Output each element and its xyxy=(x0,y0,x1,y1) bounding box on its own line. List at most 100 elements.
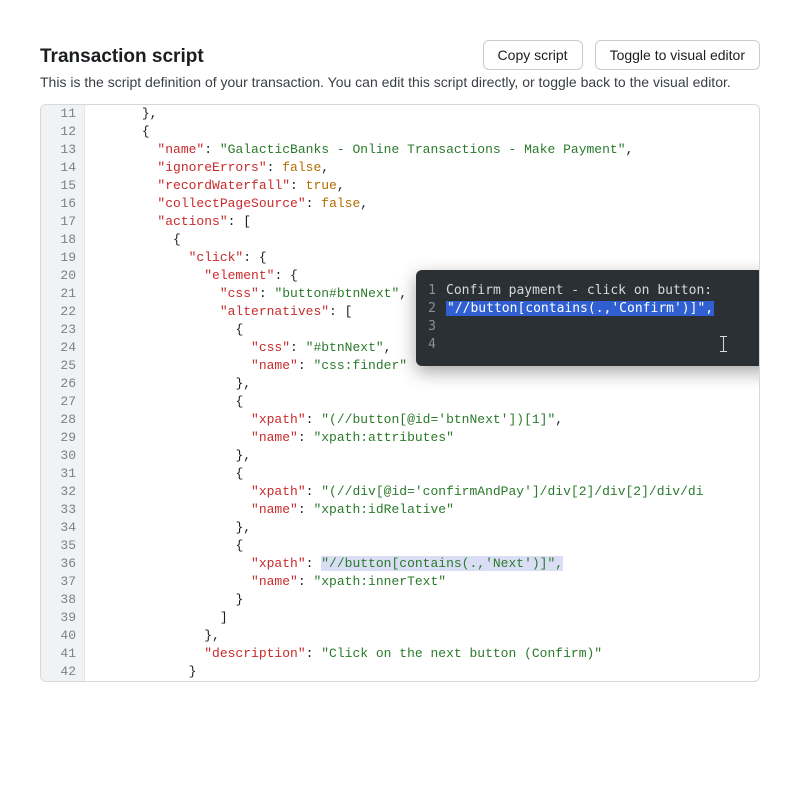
code-editor[interactable]: 11 },12 {13 "name": "GalacticBanks - Onl… xyxy=(40,104,760,682)
line-number: 19 xyxy=(41,249,85,267)
line-number: 26 xyxy=(41,375,85,393)
code-content[interactable]: "name": "GalacticBanks - Online Transact… xyxy=(85,141,759,159)
code-content[interactable]: }, xyxy=(85,627,759,645)
code-content[interactable]: } xyxy=(85,663,759,681)
text-caret-icon xyxy=(723,336,724,352)
line-number: 16 xyxy=(41,195,85,213)
code-content[interactable]: { xyxy=(85,537,759,555)
popup-line-number: 1 xyxy=(416,282,446,300)
code-line[interactable]: 29 "name": "xpath:attributes" xyxy=(41,429,759,447)
code-line[interactable]: 31 { xyxy=(41,465,759,483)
code-line[interactable]: 41 "description": "Click on the next but… xyxy=(41,645,759,663)
code-line[interactable]: 15 "recordWaterfall": true, xyxy=(41,177,759,195)
code-content[interactable]: "name": "xpath:innerText" xyxy=(85,573,759,591)
code-line[interactable]: 26 }, xyxy=(41,375,759,393)
code-content[interactable]: "xpath": "//button[contains(.,'Next')]", xyxy=(85,555,759,573)
popup-line[interactable]: 1Confirm payment - click on button: xyxy=(416,282,760,300)
line-number: 42 xyxy=(41,663,85,681)
line-number: 33 xyxy=(41,501,85,519)
code-line[interactable]: 19 "click": { xyxy=(41,249,759,267)
code-content[interactable]: "recordWaterfall": true, xyxy=(85,177,759,195)
code-content[interactable]: { xyxy=(85,393,759,411)
code-line[interactable]: 37 "name": "xpath:innerText" xyxy=(41,573,759,591)
code-content[interactable]: }, xyxy=(85,447,759,465)
line-number: 27 xyxy=(41,393,85,411)
code-line[interactable]: 36 "xpath": "//button[contains(.,'Next')… xyxy=(41,555,759,573)
code-line[interactable]: 13 "name": "GalacticBanks - Online Trans… xyxy=(41,141,759,159)
popup-line[interactable]: 4 xyxy=(416,336,760,354)
code-line[interactable]: 17 "actions": [ xyxy=(41,213,759,231)
code-content[interactable]: { xyxy=(85,465,759,483)
code-content[interactable]: "name": "xpath:idRelative" xyxy=(85,501,759,519)
code-content[interactable]: } xyxy=(85,591,759,609)
line-number: 21 xyxy=(41,285,85,303)
code-content[interactable]: "name": "xpath:attributes" xyxy=(85,429,759,447)
line-number: 13 xyxy=(41,141,85,159)
code-line[interactable]: 40 }, xyxy=(41,627,759,645)
line-number: 25 xyxy=(41,357,85,375)
line-number: 15 xyxy=(41,177,85,195)
code-content[interactable]: "collectPageSource": false, xyxy=(85,195,759,213)
line-number: 18 xyxy=(41,231,85,249)
code-line[interactable]: 32 "xpath": "(//div[@id='confirmAndPay']… xyxy=(41,483,759,501)
line-number: 20 xyxy=(41,267,85,285)
popup-code-content[interactable]: Confirm payment - click on button: xyxy=(446,282,760,300)
code-line[interactable]: 33 "name": "xpath:idRelative" xyxy=(41,501,759,519)
code-line[interactable]: 11 }, xyxy=(41,105,759,123)
code-line[interactable]: 18 { xyxy=(41,231,759,249)
line-number: 14 xyxy=(41,159,85,177)
code-content[interactable]: "xpath": "(//button[@id='btnNext'])[1]", xyxy=(85,411,759,429)
popup-code-content[interactable] xyxy=(446,318,760,336)
snippet-popup[interactable]: 1Confirm payment - click on button:2"//b… xyxy=(416,270,760,366)
popup-code-content[interactable]: "//button[contains(.,'Confirm')]", xyxy=(446,300,760,318)
toggle-visual-editor-button[interactable]: Toggle to visual editor xyxy=(595,40,760,70)
popup-line[interactable]: 2"//button[contains(.,'Confirm')]", xyxy=(416,300,760,318)
line-number: 30 xyxy=(41,447,85,465)
code-content[interactable]: }, xyxy=(85,105,759,123)
line-number: 32 xyxy=(41,483,85,501)
popup-line-number: 2 xyxy=(416,300,446,318)
line-number: 24 xyxy=(41,339,85,357)
line-number: 12 xyxy=(41,123,85,141)
line-number: 28 xyxy=(41,411,85,429)
line-number: 29 xyxy=(41,429,85,447)
code-line[interactable]: 39 ] xyxy=(41,609,759,627)
page-subtitle: This is the script definition of your tr… xyxy=(40,74,760,90)
code-line[interactable]: 14 "ignoreErrors": false, xyxy=(41,159,759,177)
code-line[interactable]: 34 }, xyxy=(41,519,759,537)
line-number: 22 xyxy=(41,303,85,321)
code-content[interactable]: "ignoreErrors": false, xyxy=(85,159,759,177)
line-number: 41 xyxy=(41,645,85,663)
code-line[interactable]: 28 "xpath": "(//button[@id='btnNext'])[1… xyxy=(41,411,759,429)
code-content[interactable]: "actions": [ xyxy=(85,213,759,231)
line-number: 17 xyxy=(41,213,85,231)
popup-line[interactable]: 3 xyxy=(416,318,760,336)
code-content[interactable]: "description": "Click on the next button… xyxy=(85,645,759,663)
code-line[interactable]: 42 } xyxy=(41,663,759,681)
code-content[interactable]: ] xyxy=(85,609,759,627)
code-line[interactable]: 16 "collectPageSource": false, xyxy=(41,195,759,213)
code-line[interactable]: 35 { xyxy=(41,537,759,555)
code-content[interactable]: { xyxy=(85,231,759,249)
popup-code-content[interactable] xyxy=(446,336,760,354)
line-number: 35 xyxy=(41,537,85,555)
code-content[interactable]: "xpath": "(//div[@id='confirmAndPay']/di… xyxy=(85,483,759,501)
code-content[interactable]: }, xyxy=(85,375,759,393)
code-line[interactable]: 12 { xyxy=(41,123,759,141)
line-number: 39 xyxy=(41,609,85,627)
copy-script-button[interactable]: Copy script xyxy=(483,40,583,70)
popup-line-number: 3 xyxy=(416,318,446,336)
code-line[interactable]: 38 } xyxy=(41,591,759,609)
line-number: 34 xyxy=(41,519,85,537)
line-number: 36 xyxy=(41,555,85,573)
line-number: 37 xyxy=(41,573,85,591)
line-number: 38 xyxy=(41,591,85,609)
code-line[interactable]: 27 { xyxy=(41,393,759,411)
line-number: 31 xyxy=(41,465,85,483)
code-content[interactable]: }, xyxy=(85,519,759,537)
line-number: 40 xyxy=(41,627,85,645)
line-number: 11 xyxy=(41,105,85,123)
code-content[interactable]: { xyxy=(85,123,759,141)
code-content[interactable]: "click": { xyxy=(85,249,759,267)
code-line[interactable]: 30 }, xyxy=(41,447,759,465)
